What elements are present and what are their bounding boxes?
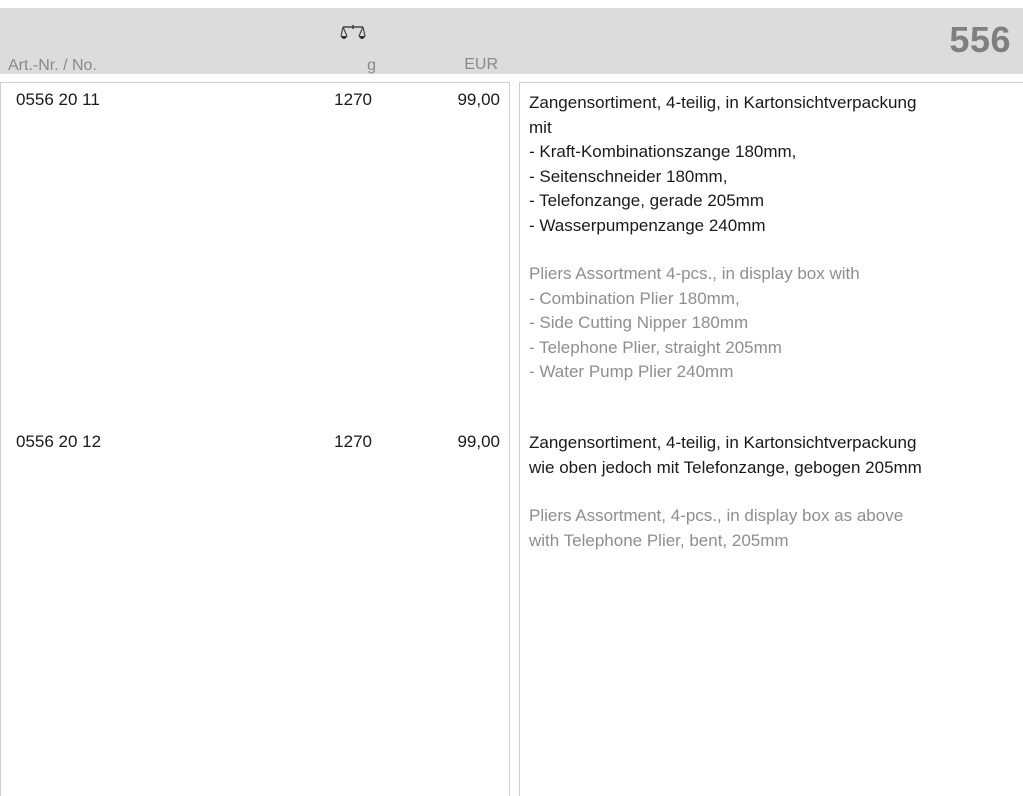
description-line: mit bbox=[529, 117, 552, 137]
description-line: Zangensortiment, 4-teilig, in Kartonsich… bbox=[529, 433, 917, 452]
description-line: - Water Pump Plier 240mm bbox=[529, 362, 734, 381]
article-weight: 1270 bbox=[334, 432, 372, 451]
description-line: with Telephone Plier, bent, 205mm bbox=[529, 530, 789, 550]
description-line: - Wasserpumpenzange 240mm bbox=[529, 215, 766, 235]
description-line: Pliers Assortment 4-pcs., in display box… bbox=[529, 264, 860, 283]
description-german: Zangensortiment, 4-teilig, in Kartonsich… bbox=[529, 91, 1009, 238]
page-number: 556 bbox=[949, 19, 1011, 60]
description-line: - Telefonzange, gerade 205mm bbox=[529, 191, 765, 210]
description-english: Pliers Assortment 4-pcs., in display box… bbox=[529, 262, 1009, 385]
description-line: Zangensortiment, 4-teilig, in Kartonsich… bbox=[529, 93, 917, 112]
description-line: - Seitenschneider 180mm, bbox=[529, 166, 728, 186]
article-price: 99,00 bbox=[457, 432, 500, 451]
article-number-header: Art.-Nr. / No. bbox=[8, 57, 97, 74]
item-description: Zangensortiment, 4-teilig, in Kartonsich… bbox=[529, 91, 1009, 385]
description-german: Zangensortiment, 4-teilig, in Kartonsich… bbox=[529, 431, 1009, 480]
item-description: Zangensortiment, 4-teilig, in Kartonsich… bbox=[529, 431, 1009, 553]
description-line: - Side Cutting Nipper 180mm bbox=[529, 313, 749, 332]
currency-header: EUR bbox=[464, 56, 498, 73]
article-price: 99,00 bbox=[457, 90, 500, 109]
description-line: wie oben jedoch mit Telefonzange, geboge… bbox=[529, 457, 922, 477]
scale-icon bbox=[340, 25, 366, 39]
weight-unit-header: g bbox=[367, 57, 376, 74]
header-bar bbox=[0, 8, 1023, 74]
description-line: - Telephone Plier, straight 205mm bbox=[529, 337, 782, 357]
article-number: 0556 20 11 bbox=[16, 90, 100, 109]
description-line: Pliers Assortment, 4-pcs., in display bo… bbox=[529, 506, 904, 525]
description-line: - Combination Plier 180mm, bbox=[529, 288, 740, 308]
article-weight: 1270 bbox=[334, 90, 372, 109]
description-line: - Kraft-Kombinationszange 180mm, bbox=[529, 142, 797, 161]
article-number: 0556 20 12 bbox=[16, 432, 102, 451]
description-english: Pliers Assortment, 4-pcs., in display bo… bbox=[529, 504, 1009, 553]
